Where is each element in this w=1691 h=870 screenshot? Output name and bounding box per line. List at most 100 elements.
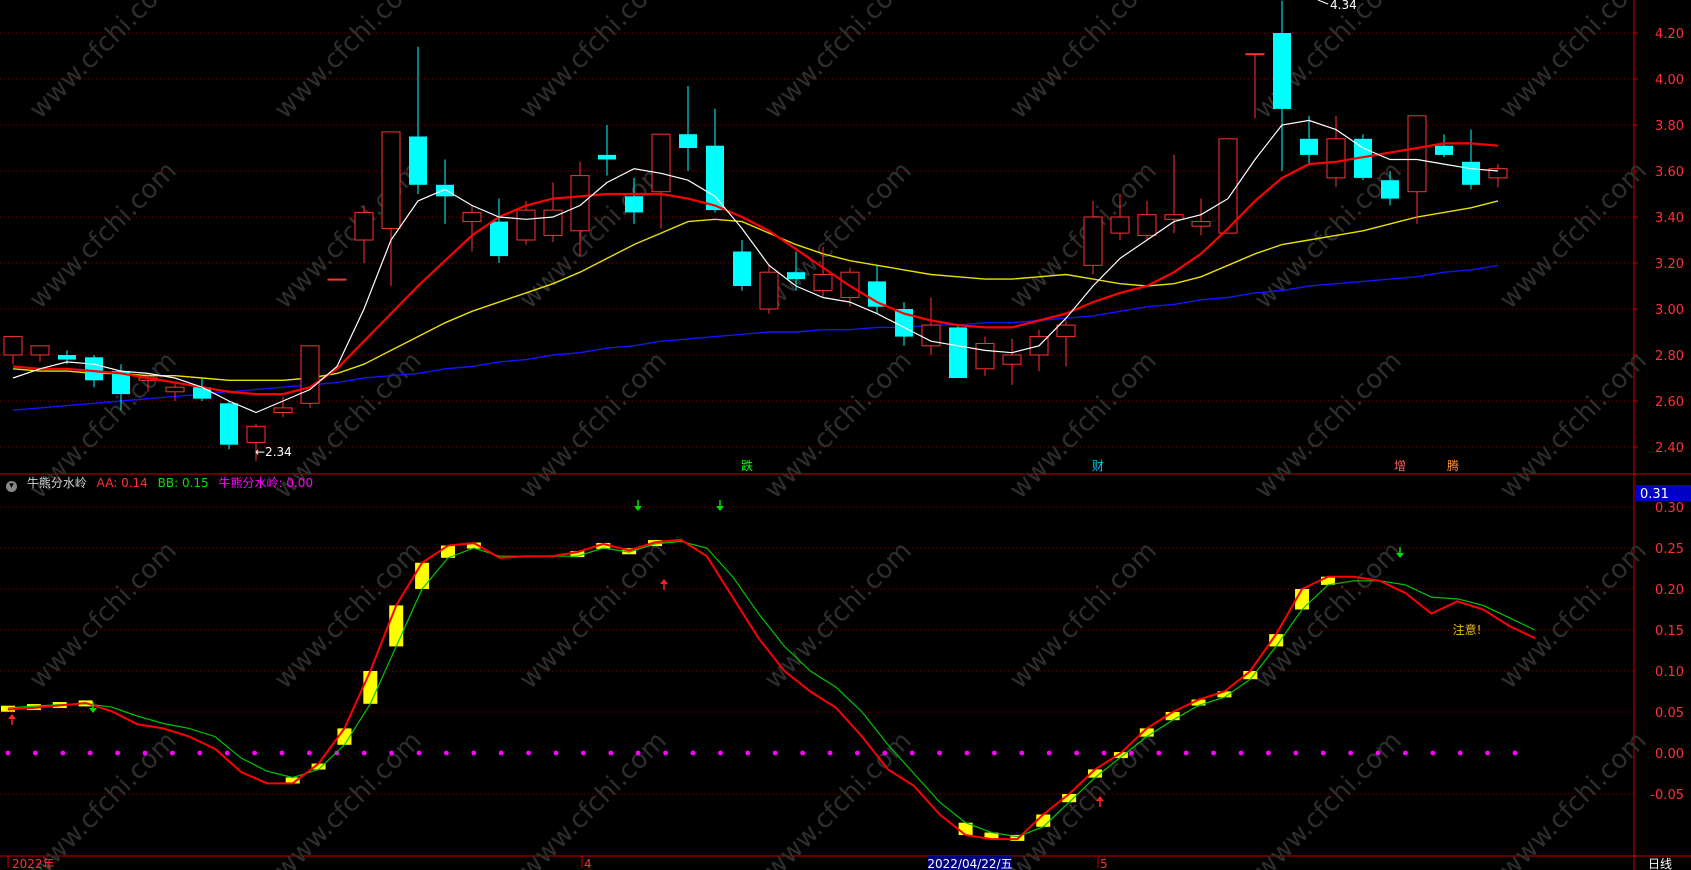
candle: [354, 205, 374, 263]
watermark-text: www.cfchi.com: [514, 0, 673, 125]
indicator-tick-label: 0.10: [1655, 665, 1684, 680]
line-value-label: 牛熊分水岭: 0.00: [218, 476, 314, 490]
watermark-text: www.cfchi.com: [1494, 346, 1653, 505]
watermark-text: www.cfchi.com: [269, 726, 428, 870]
zero-dot: [553, 750, 559, 756]
candle: [598, 125, 616, 176]
candle-body: [1245, 53, 1265, 56]
zero-dot: [33, 750, 38, 756]
candle-body: [975, 343, 995, 370]
candle-body: [1056, 324, 1076, 338]
zero-dot: [444, 750, 449, 756]
indicator-tick-label: 0.00: [1655, 747, 1684, 762]
price-tick-label: 2.80: [1655, 349, 1684, 364]
zero-dot: [1403, 750, 1408, 756]
zero-dot: [1293, 750, 1299, 756]
candle: [327, 278, 347, 281]
indicator-tick-label: -0.05: [1650, 788, 1684, 803]
zero-dot: [416, 750, 422, 756]
candle-body: [1273, 33, 1291, 109]
watermark-text: www.cfchi.com: [269, 0, 428, 125]
candle-body: [1191, 221, 1211, 227]
aa-line: [7, 538, 1536, 841]
candle: [409, 46, 427, 194]
watermark-text: www.cfchi.com: [1004, 536, 1163, 695]
candle: [733, 240, 751, 291]
candle: [3, 336, 23, 365]
date-label-month: 4: [584, 857, 592, 870]
cursor-date-label: 2022/04/22/五: [927, 857, 1012, 870]
candle-body: [381, 131, 401, 229]
watermark-text: www.cfchi.com: [24, 0, 183, 125]
candle: [949, 325, 967, 378]
zero-dot: [87, 750, 93, 756]
price-tick-label: 3.40: [1655, 211, 1684, 226]
indicator-tick-label: 0.20: [1655, 583, 1684, 598]
zero-dot: [1457, 750, 1463, 756]
candle-body: [165, 386, 185, 393]
candle-body: [409, 136, 427, 185]
zero-dot: [937, 750, 942, 756]
watermark-text: www.cfchi.com: [514, 156, 673, 315]
watermark-text: www.cfchi.com: [1249, 0, 1408, 125]
candle-body: [220, 403, 238, 445]
zero-dot: [1211, 750, 1216, 756]
candle: [273, 396, 293, 418]
zero-dot: [361, 750, 367, 756]
candle-body: [949, 327, 967, 378]
candle-body: [3, 336, 23, 356]
candle: [1029, 329, 1049, 372]
candle: [759, 265, 779, 314]
candle: [165, 382, 185, 401]
candle-body: [1435, 145, 1453, 155]
candle: [679, 85, 697, 171]
price-tick-label: 4.20: [1655, 27, 1684, 42]
candle: [1137, 200, 1157, 240]
high-annotation: 4.34: [1330, 0, 1357, 12]
candle: [1435, 134, 1453, 158]
date-label-year: 2022年: [12, 857, 55, 870]
bar-mark: [389, 605, 404, 647]
zero-dot: [964, 750, 970, 756]
price-axis: 2.40 2.60 2.80 3.00 3.20 3.40 3.60 3.80 4.00 4.20…: [1634, 27, 1691, 803]
candle: [1488, 164, 1508, 188]
watermark-text: www.cfchi.com: [759, 0, 918, 125]
indicator-tick-label: 0.15: [1655, 624, 1684, 639]
zero-dot: [827, 750, 833, 756]
candle-body: [273, 407, 293, 413]
stock-chart[interactable]: www.cfchi.com www.cfchi.com www.cfchi.com w…: [0, 0, 1691, 870]
candle-body: [706, 145, 724, 211]
candle: [921, 297, 941, 355]
candle-body: [354, 211, 374, 241]
candle-body: [246, 425, 266, 443]
candle: [1191, 198, 1211, 236]
candle: [30, 345, 50, 362]
candle-body: [490, 221, 508, 257]
collapse-circle-icon[interactable]: ▾: [6, 481, 17, 492]
zero-dot: [745, 750, 751, 756]
candle-body: [1083, 216, 1103, 266]
candle-body: [58, 355, 76, 360]
zero-dot: [1101, 750, 1107, 756]
zero-dot: [526, 750, 531, 756]
zero-dot: [992, 750, 997, 756]
candle-body: [598, 154, 616, 160]
up-arrow-icon: [8, 714, 16, 725]
bb-value-label: BB: 0.15: [157, 476, 209, 490]
down-arrow-icon: [634, 500, 642, 511]
zero-dot: [1348, 750, 1353, 756]
candle: [543, 182, 563, 243]
candle-body: [300, 345, 320, 404]
watermark-text: www.cfchi.com: [514, 346, 673, 505]
zero-dot: [718, 750, 723, 756]
zero-dot: [252, 750, 257, 756]
candle-body: [1462, 161, 1480, 185]
zero-dot: [1129, 750, 1134, 756]
watermark-text: www.cfchi.com: [269, 156, 428, 315]
event-marker: 财: [1092, 459, 1104, 473]
zero-dot: [471, 750, 477, 756]
zero-dot: [1430, 750, 1436, 756]
down-arrow-icon: [716, 500, 724, 511]
watermark-text: www.cfchi.com: [1494, 156, 1653, 315]
zero-dot: [1238, 750, 1244, 756]
